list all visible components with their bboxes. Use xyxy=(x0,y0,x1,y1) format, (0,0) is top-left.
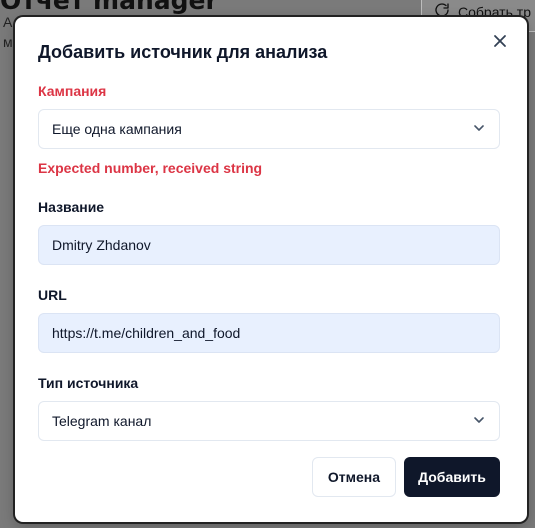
source-type-select-value: Telegram канал xyxy=(52,413,152,429)
close-button[interactable] xyxy=(491,34,509,52)
campaign-label: Кампания xyxy=(38,83,107,99)
source-type-select[interactable]: Telegram канал xyxy=(38,401,500,441)
name-input[interactable]: Dmitry Zhdanov xyxy=(38,225,500,265)
campaign-select[interactable]: Еще одна кампания xyxy=(38,109,500,149)
url-input[interactable]: https://t.me/children_and_food xyxy=(38,313,500,353)
name-label: Название xyxy=(38,199,105,215)
name-input-value: Dmitry Zhdanov xyxy=(52,237,151,253)
campaign-select-value: Еще одна кампания xyxy=(52,121,182,137)
background-subtitle-2: м xyxy=(3,34,13,50)
source-type-label: Тип источника xyxy=(38,375,139,391)
url-input-value: https://t.me/children_and_food xyxy=(52,325,241,341)
cancel-button[interactable]: Отмена xyxy=(312,457,396,497)
background-subtitle: А xyxy=(3,14,13,30)
chevron-down-icon xyxy=(472,121,486,138)
background-page-title: Отчет manager xyxy=(0,0,218,15)
add-source-dialog: Добавить источник для анализа Кампания Е… xyxy=(15,17,527,522)
url-label: URL xyxy=(38,287,67,303)
campaign-error-message: Expected number, received string xyxy=(38,160,263,176)
add-button[interactable]: Добавить xyxy=(404,457,500,497)
dialog-title: Добавить источник для анализа xyxy=(38,42,328,62)
close-icon xyxy=(493,34,507,53)
chevron-down-icon xyxy=(472,413,486,430)
